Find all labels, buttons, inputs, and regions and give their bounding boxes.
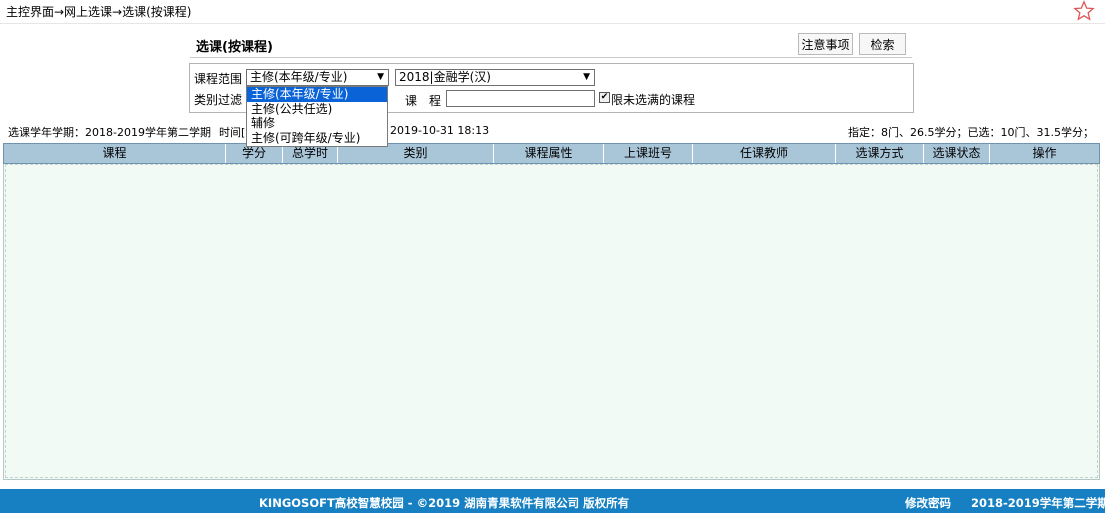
search-button[interactable]: 检索 <box>859 33 906 55</box>
category-label: 类别过滤 <box>194 93 243 107</box>
course-input[interactable] <box>446 90 595 107</box>
title-divider <box>190 57 912 58</box>
time-end: 2019-10-31 18:13 <box>390 124 490 137</box>
breadcrumb: 主控界面→网上选课→选课(按课程) <box>6 5 192 19</box>
notice-button[interactable]: 注意事项 <box>798 33 853 55</box>
table-header: 课程 学分 总学时 类别 课程属性 上课班号 任课教师 选课方式 选课状态 操作 <box>3 143 1100 164</box>
column-header-teacher[interactable]: 任课教师 <box>693 144 836 163</box>
scope-dropdown-list: 主修(本年级/专业) 主修(公共任选) 辅修 主修(可跨年级/专业) <box>246 86 388 147</box>
only-unfull-checkbox[interactable]: ✔ <box>599 92 610 103</box>
time-label: 时间[ <box>219 126 246 139</box>
footer-term: 2018-2019学年第二学期 <box>971 496 1105 510</box>
class-select-value: 2018|金融学(汉) <box>399 70 491 84</box>
term-info: 选课学年学期：2018-2019学年第二学期 <box>8 126 211 139</box>
column-header-class-no[interactable]: 上课班号 <box>604 144 693 163</box>
table-body <box>5 164 1098 478</box>
column-header-action[interactable]: 操作 <box>990 144 1099 163</box>
column-header-course[interactable]: 课程 <box>4 144 226 163</box>
change-password-link[interactable]: 修改密码 <box>905 495 951 511</box>
scope-select-value: 主修(本年级/专业) <box>250 70 348 84</box>
scope-select[interactable]: 主修(本年级/专业) ▼ <box>246 69 389 86</box>
course-label: 课 程 <box>405 94 442 108</box>
dropdown-option[interactable]: 辅修 <box>247 116 387 131</box>
only-unfull-label: 限未选满的课程 <box>611 93 696 107</box>
footer-copyright: KINGOSOFT高校智慧校园 - ©2019 湖南青果软件有限公司 版权所有 <box>259 496 630 510</box>
column-header-select-mode[interactable]: 选课方式 <box>836 144 924 163</box>
column-header-attribute[interactable]: 课程属性 <box>494 144 604 163</box>
class-select[interactable]: 2018|金融学(汉) ▼ <box>395 69 595 86</box>
column-header-select-status[interactable]: 选课状态 <box>924 144 990 163</box>
page-title: 选课(按课程) <box>196 40 273 55</box>
header-divider <box>0 23 1105 24</box>
dropdown-option[interactable]: 主修(本年级/专业) <box>247 87 387 102</box>
scope-label: 课程范围 <box>194 72 243 86</box>
chevron-down-icon: ▼ <box>377 72 384 82</box>
star-outline-icon[interactable] <box>1073 0 1095 22</box>
dropdown-option[interactable]: 主修(可跨年级/专业) <box>247 131 387 146</box>
footer: KINGOSOFT高校智慧校园 - ©2019 湖南青果软件有限公司 版权所有 … <box>0 489 1105 513</box>
dropdown-option[interactable]: 主修(公共任选) <box>247 102 387 117</box>
credit-summary: 指定：8门、26.5学分；已选：10门、31.5学分； <box>848 126 1094 139</box>
chevron-down-icon: ▼ <box>583 72 590 82</box>
